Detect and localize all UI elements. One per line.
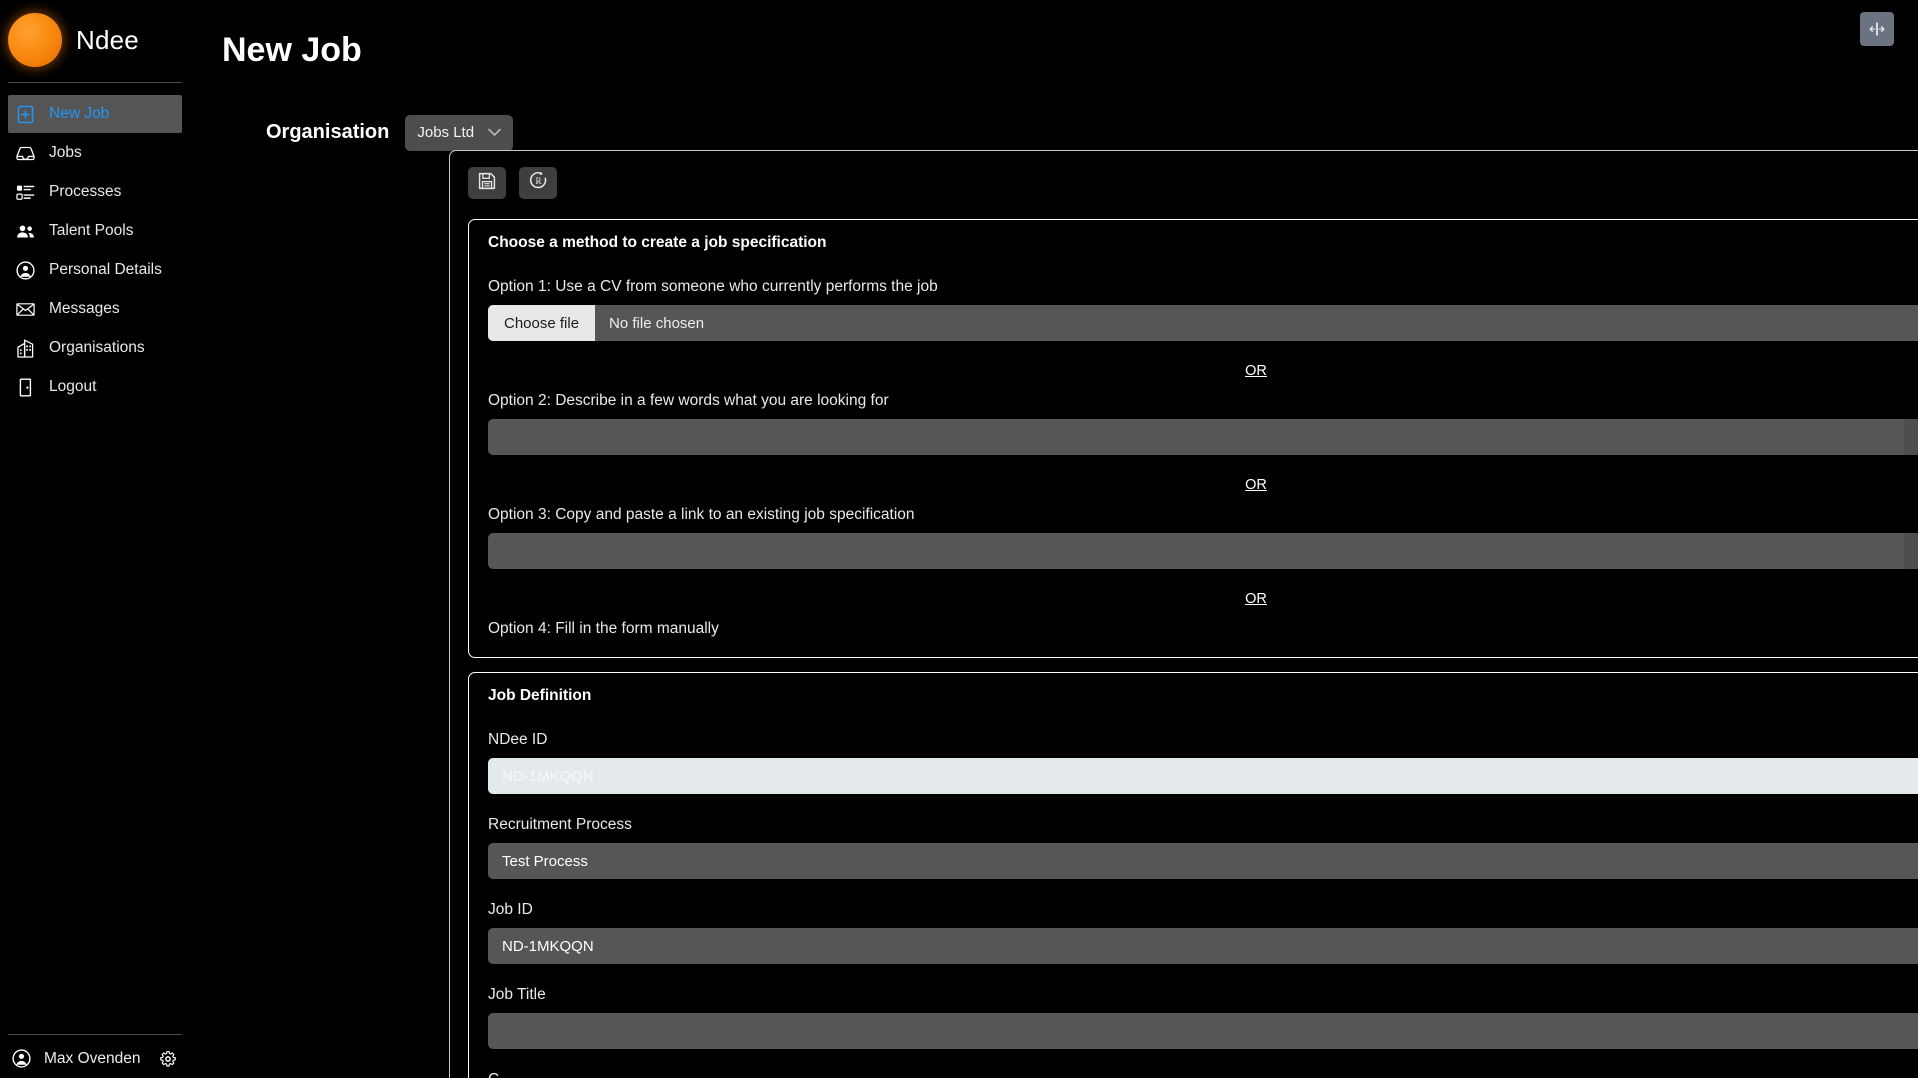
or-separator-2: OR (1245, 477, 1267, 493)
job-title-input[interactable] (488, 1013, 1918, 1049)
cv-file-input[interactable]: Choose file No file chosen (488, 305, 1918, 341)
new-job-icon (16, 105, 35, 124)
option-3-group: Populate Job (488, 533, 1918, 569)
organisation-select-value: Jobs Ltd (417, 124, 475, 142)
or-separator-1: OR (1245, 363, 1267, 379)
sidebar-item-logout[interactable]: Logout (8, 368, 182, 406)
description-input[interactable] (488, 419, 1905, 455)
brand-logo-icon (8, 13, 62, 67)
sidebar-user-row[interactable]: Max Ovenden (0, 1035, 190, 1068)
sidebar-user-block: Max Ovenden (0, 1034, 190, 1068)
sidebar-item-talent-pools[interactable]: Talent Pools (8, 212, 182, 250)
ndee-id-input (488, 758, 1918, 794)
job-id-label: Job ID (488, 901, 533, 918)
organisation-label: Organisation (266, 121, 390, 144)
inbox-icon (16, 144, 35, 163)
main-content: New Job Organisation Jobs Ltd R Choose a… (190, 0, 1918, 1078)
reset-button[interactable]: R (519, 167, 557, 199)
job-title-label: Job Title (488, 986, 546, 1003)
recruitment-process-select-wrap (488, 843, 1918, 879)
option-3-label: Option 3: Copy and paste a link to an ex… (488, 506, 915, 523)
option-4-label: Option 4: Fill in the form manually (488, 620, 719, 637)
next-field-label-partial: C (488, 1071, 1918, 1078)
recruitment-process-field: Recruitment Process (488, 816, 1918, 879)
collapse-panel-icon[interactable] (1860, 12, 1894, 46)
sidebar-item-label: Organisations (49, 339, 145, 356)
brand-name: Ndee (76, 25, 139, 55)
floppy-disk-icon (478, 172, 496, 195)
option-1-label: Option 1: Use a CV from someone who curr… (488, 278, 938, 295)
page-title: New Job (222, 30, 362, 69)
envelope-icon (16, 300, 35, 319)
account-circle-icon (16, 260, 35, 280)
gear-icon[interactable] (159, 1050, 176, 1067)
sidebar-item-label: Messages (49, 300, 120, 317)
option-2-label: Option 2: Describe in a few words what y… (488, 392, 889, 409)
job-spec-link-input[interactable] (488, 533, 1905, 569)
file-status-text: No file chosen (609, 314, 705, 332)
sidebar-item-label: Logout (49, 378, 97, 395)
ndee-id-label: NDee ID (488, 731, 548, 748)
sidebar-item-label: Personal Details (49, 261, 162, 278)
choose-file-button[interactable]: Choose file (488, 305, 596, 341)
method-selection-card: Choose a method to create a job specific… (468, 219, 1918, 658)
sidebar-item-messages[interactable]: Messages (8, 290, 182, 328)
form-toolbar: R (468, 167, 1918, 199)
sidebar-user-name: Max Ovenden (44, 1049, 141, 1067)
circle-r-icon: R (529, 171, 548, 195)
method-card-title: Choose a method to create a job specific… (488, 234, 827, 251)
sidebar-item-new-job[interactable]: New Job (8, 95, 182, 133)
building-icon (16, 339, 35, 358)
sidebar-item-label: New Job (49, 105, 110, 122)
sidebar-item-label: Processes (49, 183, 122, 200)
svg-text:R: R (535, 176, 541, 186)
sidebar-item-personal-details[interactable]: Personal Details (8, 251, 182, 289)
job-title-field: Job Title (488, 986, 1918, 1049)
job-definition-card: Job Definition NDee ID Recruitment Proce… (468, 672, 1918, 1078)
job-id-input[interactable] (488, 928, 1918, 964)
job-id-field: Job ID (488, 901, 1918, 964)
recruitment-process-label: Recruitment Process (488, 816, 632, 833)
sidebar: Ndee New Job Jobs Processes Talent Pools… (0, 0, 190, 1078)
or-separator-3: OR (1245, 591, 1267, 607)
sidebar-item-jobs[interactable]: Jobs (8, 134, 182, 172)
save-button[interactable] (468, 167, 506, 199)
checklist-icon (16, 183, 35, 202)
avatar (12, 1049, 31, 1068)
brand: Ndee (0, 0, 190, 82)
exit-door-icon (16, 378, 35, 397)
new-job-form-panel: R Choose a method to create a job specif… (449, 150, 1918, 1078)
populate-job-button-description[interactable]: Populate Job (1904, 419, 1918, 455)
option-2-group: Populate Job (488, 419, 1918, 455)
organisation-select[interactable]: Jobs Ltd (405, 114, 514, 151)
chevron-down-icon (488, 124, 501, 141)
sidebar-item-processes[interactable]: Processes (8, 173, 182, 211)
sidebar-item-label: Jobs (49, 144, 82, 161)
ndee-id-field: NDee ID (488, 731, 1918, 794)
populate-job-button-link[interactable]: Populate Job (1904, 533, 1918, 569)
job-definition-title: Job Definition (488, 687, 592, 704)
people-icon (16, 222, 35, 241)
organisation-row: Organisation Jobs Ltd (190, 93, 1918, 151)
sidebar-nav: New Job Jobs Processes Talent Pools Pers (0, 83, 190, 1034)
sidebar-item-organisations[interactable]: Organisations (8, 329, 182, 367)
recruitment-process-select[interactable] (488, 843, 1918, 879)
sidebar-item-label: Talent Pools (49, 222, 134, 239)
